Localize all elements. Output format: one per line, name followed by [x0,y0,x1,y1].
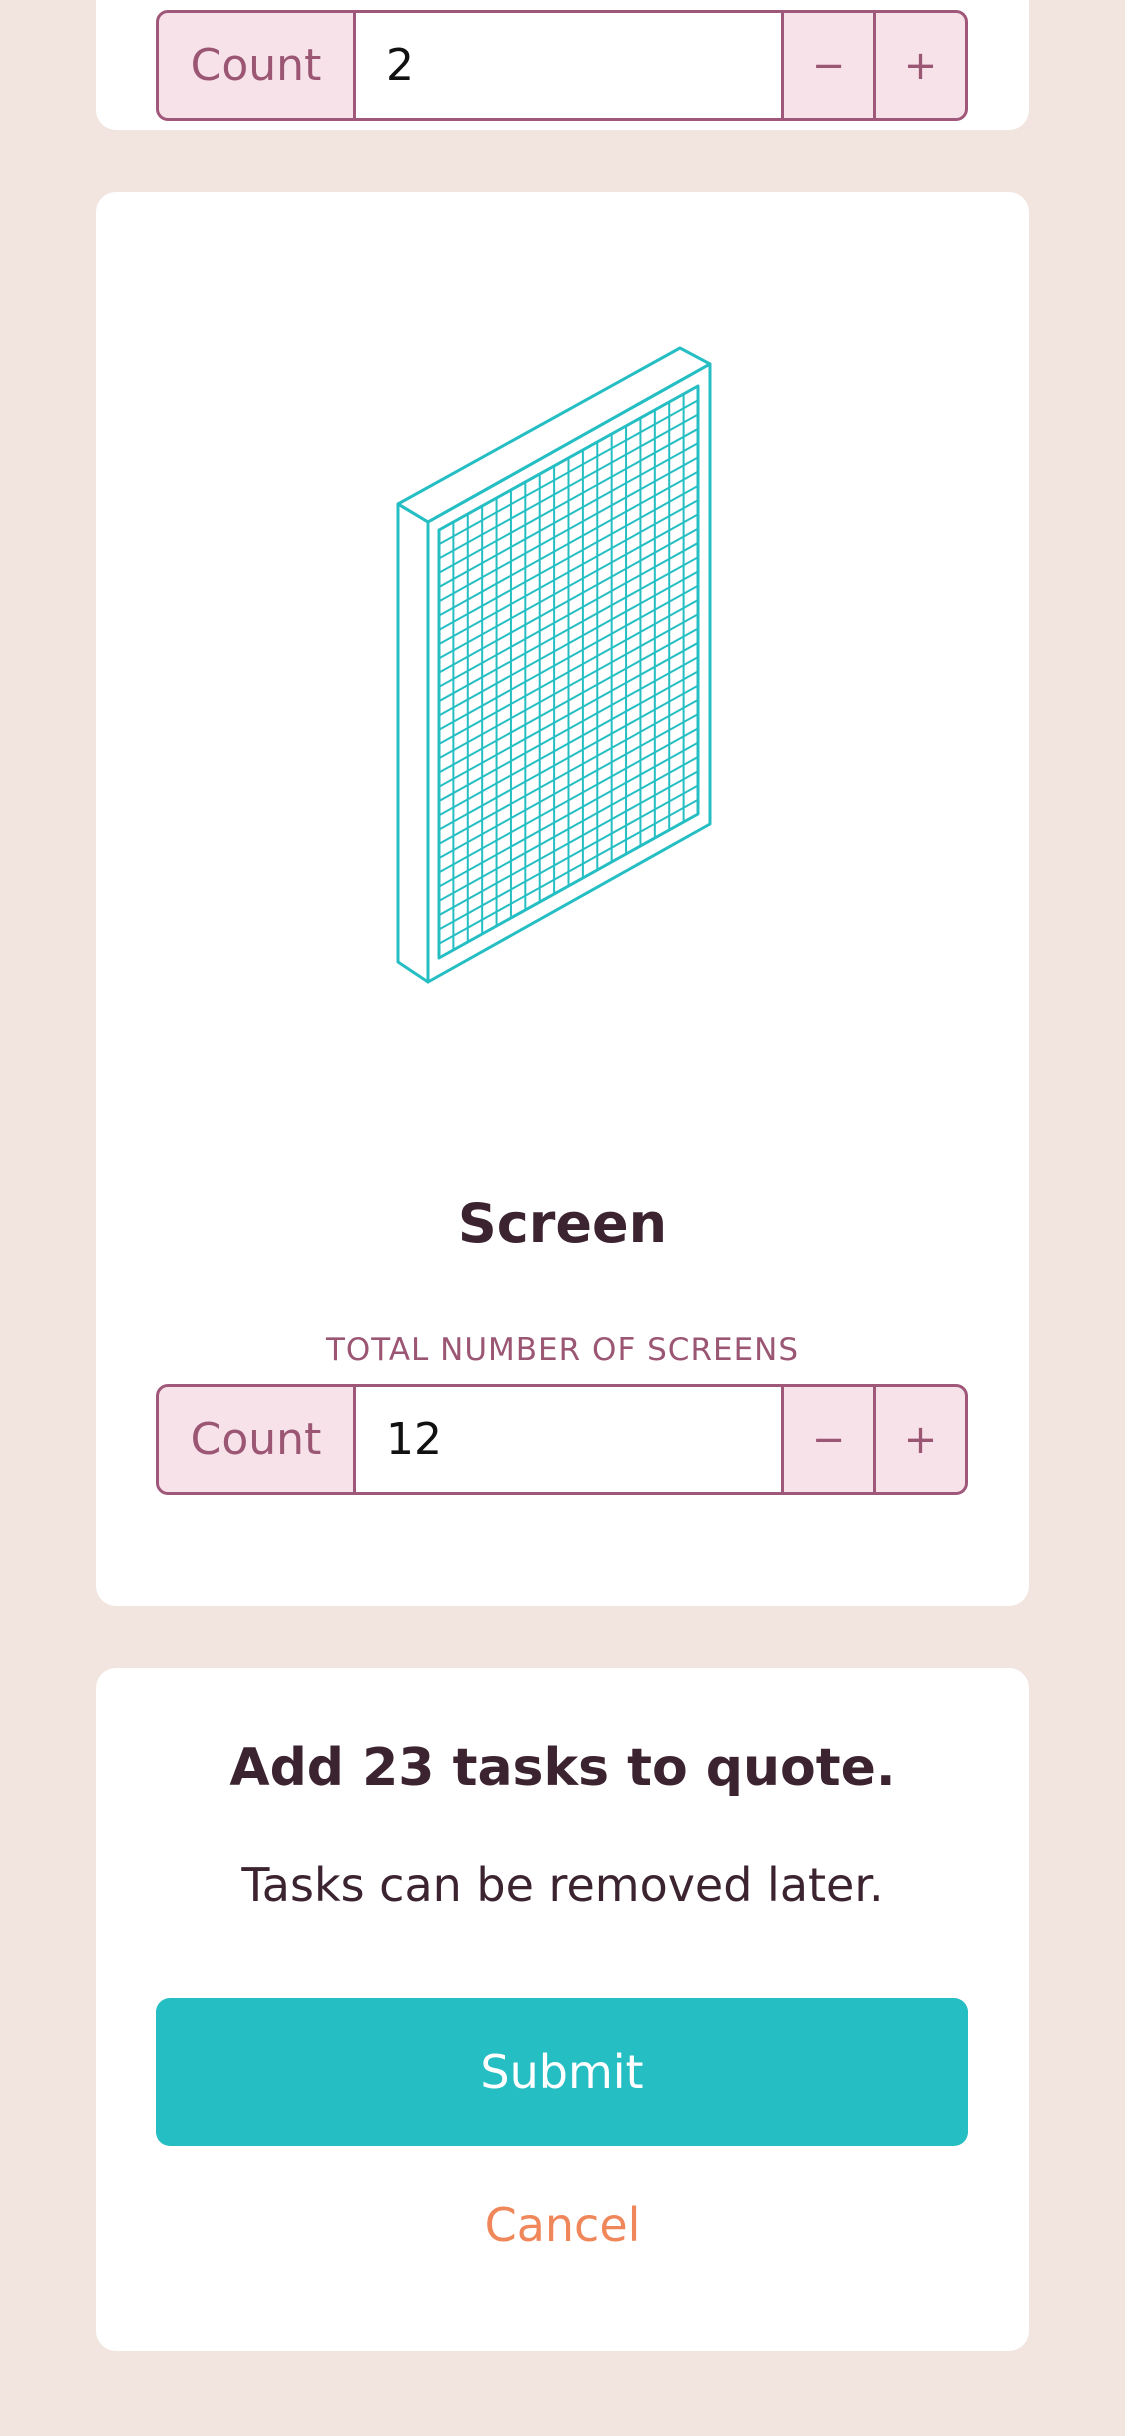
screen-panel-icon [396,346,712,984]
count-input[interactable]: 2 [356,13,781,118]
count-stepper: Count 2 − + [156,10,968,121]
screen-item-card: Screen TOTAL NUMBER OF SCREENS Count 12 … [96,192,1029,1606]
submit-button[interactable]: Submit [156,1998,968,2146]
increment-button[interactable]: + [873,1387,965,1492]
item-title: Screen [457,1192,668,1255]
summary-title: Add 23 tasks to quote. [229,1738,896,1798]
cancel-button[interactable]: Cancel [96,2198,1029,2252]
count-addon-label: Count [159,13,356,118]
decrement-button[interactable]: − [781,1387,873,1492]
summary-subtext: Tasks can be removed later. [241,1858,884,1912]
decrement-button[interactable]: − [781,13,873,118]
count-caption: TOTAL NUMBER OF SCREENS [325,1332,800,1368]
increment-button[interactable]: + [873,13,965,118]
previous-item-card: Count 2 − + [96,0,1029,130]
submit-card: Add 23 tasks to quote. Tasks can be remo… [96,1668,1029,2351]
count-addon-label: Count [159,1387,356,1492]
count-input[interactable]: 12 [356,1387,781,1492]
count-stepper: Count 12 − + [156,1384,968,1495]
